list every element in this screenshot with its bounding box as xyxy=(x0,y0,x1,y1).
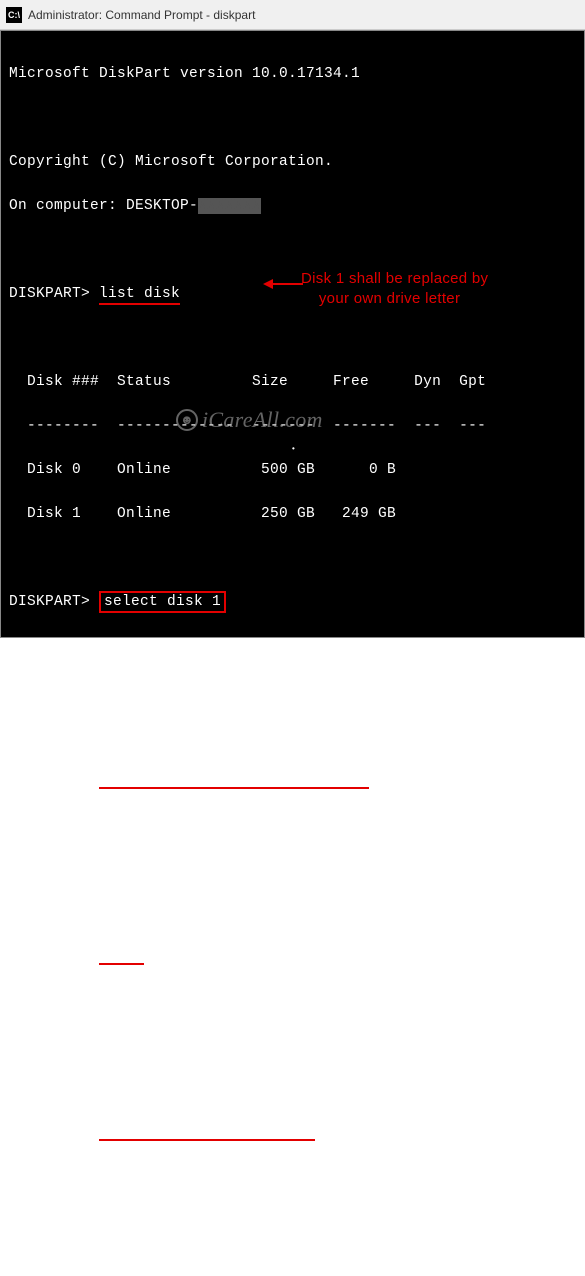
cmd-icon: C:\ xyxy=(6,7,22,23)
table-row: Disk 1 Online 250 GB 249 GB xyxy=(9,503,576,525)
cmd-attributes: attributes disk clear readonly xyxy=(99,770,369,789)
cmd-clean: clean xyxy=(99,946,144,965)
prompt-line-attributes: DISKPART> attributes disk clear readonly xyxy=(9,767,576,789)
blank-line xyxy=(9,1163,576,1185)
blank-line xyxy=(9,327,576,349)
prompt-line-clean: DISKPART> clean xyxy=(9,943,576,965)
blank-line xyxy=(9,723,576,745)
msg-clean: DiskPart succeeded in cleaning the disk. xyxy=(9,1031,576,1053)
blank-line xyxy=(9,1075,576,1097)
blank-line xyxy=(9,107,576,129)
computer-label: On computer: DESKTOP- xyxy=(9,198,198,214)
blank-line xyxy=(9,635,576,657)
prompt: DISKPART> xyxy=(9,286,90,302)
msg-attributes: Disk attributes cleared successfully. xyxy=(9,855,576,877)
prompt: DISKPART> xyxy=(9,770,90,786)
cmd-list-disk: list disk xyxy=(99,286,180,305)
redacted-name: XXXXXXX xyxy=(198,198,261,214)
blank-line xyxy=(9,547,576,569)
blank-line xyxy=(9,811,576,833)
prompt: DISKPART> xyxy=(9,1122,90,1138)
prompt-line-select: DISKPART> select disk 1 xyxy=(9,591,576,613)
copyright-line: Copyright (C) Microsoft Corporation. xyxy=(9,151,576,173)
table-header: Disk ### Status Size Free Dyn Gpt xyxy=(9,371,576,393)
prompt: DISKPART> xyxy=(9,946,90,962)
prompt-line-create: DISKPART> create partition primary xyxy=(9,1119,576,1141)
cursor-dot: • xyxy=(291,439,296,461)
terminal-area[interactable]: Microsoft DiskPart version 10.0.17134.1 … xyxy=(0,30,585,638)
version-line: Microsoft DiskPart version 10.0.17134.1 xyxy=(9,63,576,85)
computer-line: On computer: DESKTOP-XXXXXXX xyxy=(9,195,576,217)
blank-line xyxy=(9,987,576,1009)
watermark: ☻ iCareAll.com xyxy=(176,409,323,431)
cmd-select-disk: select disk 1 xyxy=(99,591,226,613)
watermark-icon: ☻ xyxy=(176,409,198,431)
annotation-line2: your own drive letter xyxy=(319,290,460,307)
watermark-text: iCareAll.com xyxy=(202,409,323,431)
table-row: Disk 0 Online 500 GB 0 B xyxy=(9,459,576,481)
blank-line xyxy=(9,899,576,921)
annotation-text: Disk 1 shall be replaced by your own dri… xyxy=(301,269,561,309)
arrow-icon xyxy=(263,277,303,291)
msg-selected: Disk 1 is now the selected disk. xyxy=(9,679,576,701)
prompt: DISKPART> xyxy=(9,594,90,610)
window-titlebar: C:\ Administrator: Command Prompt - disk… xyxy=(0,0,585,30)
blank-line xyxy=(9,1251,576,1273)
annotation-line1: Disk 1 shall be replaced by xyxy=(301,270,488,287)
cmd-create-partition: create partition primary xyxy=(99,1122,315,1141)
msg-create-partition: DiskPart succeeded in creating the speci… xyxy=(9,1207,576,1229)
window-title: Administrator: Command Prompt - diskpart xyxy=(28,8,255,22)
blank-line xyxy=(9,239,576,261)
